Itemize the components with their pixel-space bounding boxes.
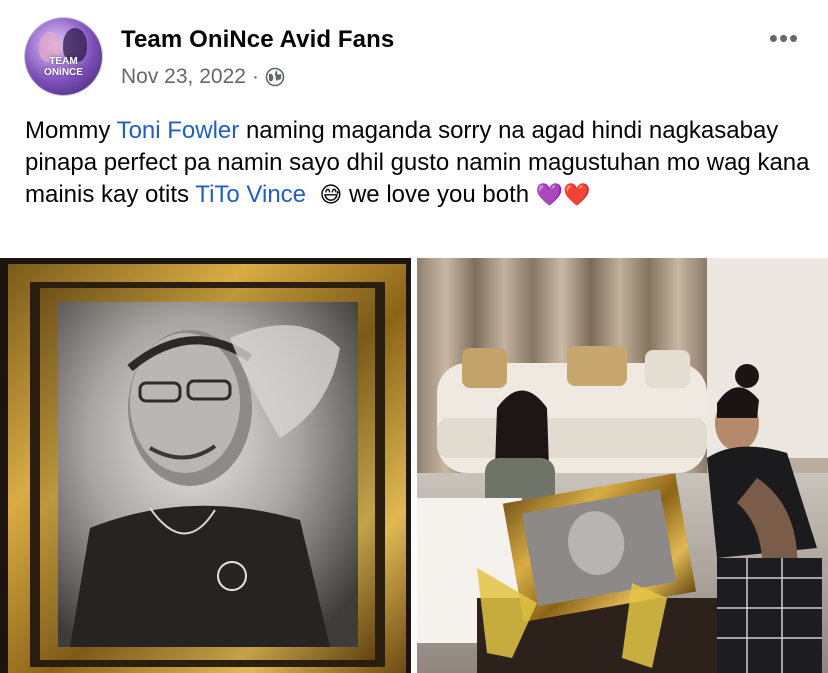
more-options-icon[interactable]: ••• [764,23,804,53]
portrait-icon [0,258,411,673]
purple-heart-emoji: 💜 [535,183,564,208]
avatar-label-line1: TEAM [49,56,78,67]
globe-icon[interactable] [265,67,285,87]
post-caption: Mommy Toni Fowler naming maganda sorry n… [25,115,815,212]
post-date[interactable]: Nov 23, 2022 [121,65,246,89]
gift-reveal-photo[interactable] [417,258,828,673]
post-meta: Nov 23, 2022 · [121,65,285,89]
caption-text-3: we love you both [342,181,536,208]
meta-separator: · [251,65,259,88]
avatar-label-line2: ONiNCE [44,67,83,78]
caption-text-1: Mommy [25,117,117,144]
red-heart-emoji: ❤️ [563,183,591,208]
page-avatar[interactable]: TEAM ONiNCE [24,17,103,96]
photo-icon [417,258,828,673]
framed-portrait-photo[interactable] [0,258,411,673]
post-author-name[interactable]: Team OniNce Avid Fans [121,26,394,54]
sweat-smile-emoji: 😅 [319,183,343,208]
mention-tito-vince[interactable]: TiTo Vince [195,181,306,208]
avatar-label: TEAM ONiNCE [25,56,102,78]
mention-toni-fowler[interactable]: Toni Fowler [117,117,240,144]
